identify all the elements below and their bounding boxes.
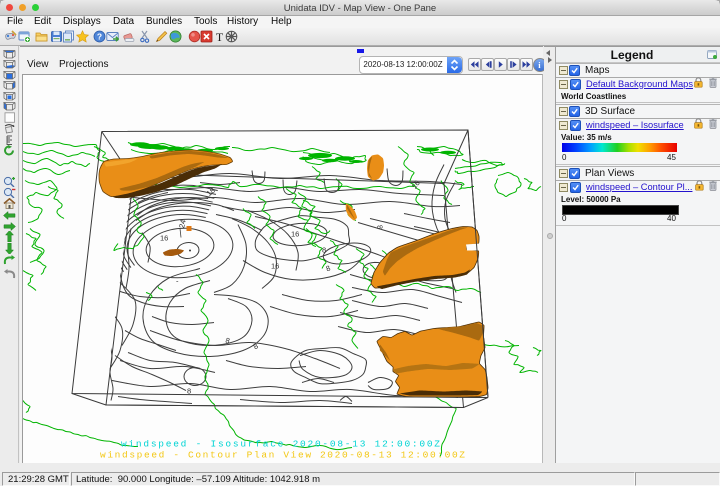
svg-text:8: 8	[325, 263, 332, 273]
svg-text:windspeed - Contour Plan View: windspeed - Contour Plan View 2020-08-13…	[100, 450, 465, 461]
svg-text:16: 16	[291, 230, 299, 239]
svg-text:?: ?	[97, 31, 102, 41]
svg-text:16: 16	[160, 234, 168, 243]
svg-text:8: 8	[187, 387, 191, 396]
svg-text:24: 24	[177, 219, 188, 229]
svg-text:windspeed - Isosurface 2020-08: windspeed - Isosurface 2020-08-13 12:00:…	[121, 439, 440, 450]
svg-text:16: 16	[409, 179, 421, 191]
svg-text:8: 8	[375, 224, 385, 230]
svg-text:16: 16	[271, 262, 279, 271]
svg-text:8: 8	[322, 246, 326, 255]
svg-text:T: T	[216, 30, 224, 43]
